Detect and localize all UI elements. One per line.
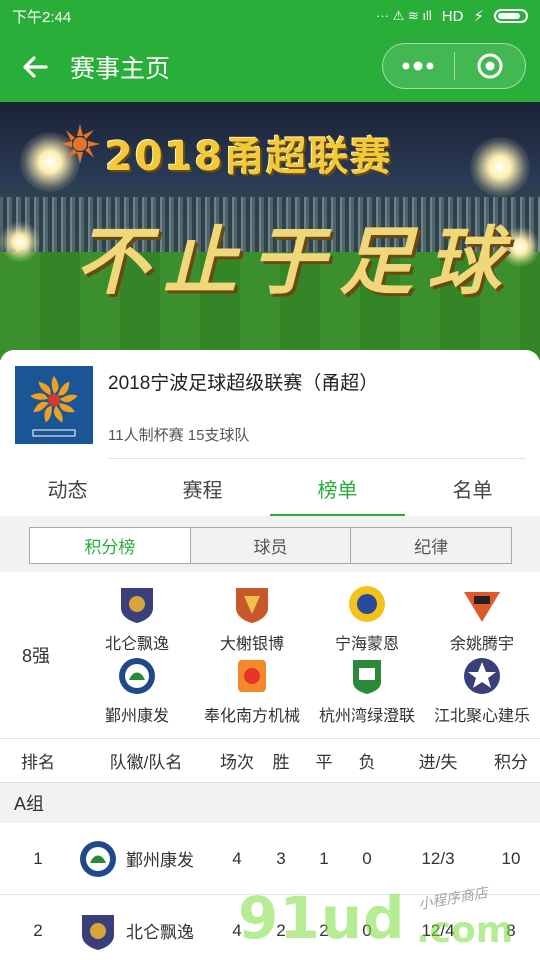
back-arrow-icon[interactable] [0,32,70,102]
team-badge-icon [236,588,268,623]
floodlight-icon [470,137,530,197]
qualified-team[interactable]: 奉化南方机械 [187,656,317,726]
row-points: 8 [506,920,516,940]
league-meta: 11人制杯赛 15支球队 [108,427,250,444]
status-bar: 下午2:44 ··· ⚠ ≋ ıll HD ⚡ [0,0,540,32]
header-played: 场次 [220,753,254,772]
divider [108,458,526,459]
qualified-team[interactable]: 北仑飘逸 [72,584,202,654]
header-loss: 负 [358,753,376,772]
team-name: 宁海蒙恩 [334,636,399,653]
banner-sun-logo-icon [60,124,100,164]
header-draw: 平 [315,753,333,772]
league-logo [15,366,93,444]
row-win: 3 [276,848,286,868]
page-title: 赛事主页 [70,55,171,83]
team-badge-icon [464,658,500,694]
row-draw: 2 [319,920,329,940]
team-badge-icon [464,592,500,622]
team-badge-icon [353,660,381,694]
row-team: 北仑飘逸 [78,895,218,960]
close-target-icon[interactable] [455,43,526,89]
qualified-team[interactable]: 大榭银博 [187,584,317,654]
subtabs: 积分榜 球员 纪律 [29,527,512,564]
qualified-team[interactable]: 鄞州康发 [72,656,202,726]
team-name: 北仑飘逸 [104,636,169,653]
team-name: 奉化南方机械 [203,708,300,725]
row-win: 2 [276,920,286,940]
qualified-teams-section: 8强 北仑飘逸 大榭银博 宁海蒙恩 余姚腾宇 鄞州康发 奉化南方机械 杭州湾绿澄… [0,572,540,738]
network-label: HD [441,7,464,25]
banner-slogan: 不止于足球 [75,219,515,305]
row-draw: 1 [319,848,329,868]
qualified-team[interactable]: 杭州湾绿澄联 [302,656,432,726]
header-win: 胜 [272,753,290,772]
team-name: 江北聚心建乐 [433,708,530,725]
team-badge-icon [80,840,116,877]
row-goals: 12/3 [421,848,455,868]
group-label: A组 [0,783,540,823]
main-tabs: 动态 赛程 榜单 名单 [0,460,540,516]
team-badge-icon [121,588,153,623]
team-badge-icon [119,658,155,694]
row-rank: 1 [33,848,43,868]
qualified-label: 8强 [22,646,51,666]
tab-schedule[interactable]: 赛程 [135,460,270,516]
tab-roster[interactable]: 名单 [405,460,540,516]
header-goals: 进/失 [418,753,458,772]
tab-news[interactable]: 动态 [0,460,135,516]
team-badge-icon [82,914,114,950]
subtab-players[interactable]: 球员 [191,528,352,563]
subtabs-container: 积分榜 球员 纪律 [0,516,540,572]
header-rank: 排名 [21,753,55,772]
header-points: 积分 [494,753,528,772]
floodlight-icon [0,222,40,262]
row-goals: 12/4 [421,920,455,940]
team-name: 杭州湾绿澄联 [318,708,415,725]
table-row[interactable]: 1 鄞州康发 4 3 1 0 12/3 10 [0,823,540,895]
signal-icons: ··· ⚠ ≋ ıll [376,8,432,23]
row-loss: 0 [362,920,372,940]
qualified-team[interactable]: 宁海蒙恩 [302,584,432,654]
league-banner: 2018甬超联赛 不止于足球 [0,102,540,360]
more-dots-icon[interactable] [383,43,454,89]
row-loss: 0 [362,848,372,868]
row-rank: 2 [33,920,43,940]
banner-title: 2018甬超联赛 [105,134,393,180]
team-name: 北仑飘逸 [126,923,194,942]
row-played: 4 [232,920,242,940]
team-name: 大榭银博 [219,636,284,653]
status-time: 下午2:44 [12,8,72,26]
charging-icon: ⚡ [473,8,484,25]
row-played: 4 [232,848,242,868]
qualified-team[interactable]: 余姚腾宇 [417,584,540,654]
team-name: 鄞州康发 [104,708,169,725]
header-team: 队徽/队名 [109,753,183,772]
team-badge-icon [238,660,266,692]
qualified-team[interactable]: 江北聚心建乐 [417,656,540,726]
league-name: 2018宁波足球超级联赛（甬超） [108,373,379,394]
battery-icon [494,9,528,23]
subtab-discipline[interactable]: 纪律 [351,528,511,563]
league-info-card[interactable]: 2018宁波足球超级联赛（甬超） 11人制杯赛 15支球队 [0,350,540,460]
tab-rankings[interactable]: 榜单 [270,460,405,516]
nav-bar: 赛事主页 [0,32,540,102]
row-team: 鄞州康发 [78,823,218,894]
team-name: 鄞州康发 [126,851,194,870]
subtab-standings[interactable]: 积分榜 [30,528,191,563]
row-points: 10 [501,848,521,868]
miniprogram-capsule [382,43,526,89]
team-badge-icon [349,586,385,622]
status-icons: ··· ⚠ ≋ ıll HD ⚡ [376,7,528,25]
standings-header: 排名 队徽/队名 场次 胜 平 负 进/失 积分 [0,738,540,783]
table-row[interactable]: 2 北仑飘逸 4 2 2 0 12/4 8 [0,895,540,960]
team-name: 余姚腾宇 [449,636,514,653]
